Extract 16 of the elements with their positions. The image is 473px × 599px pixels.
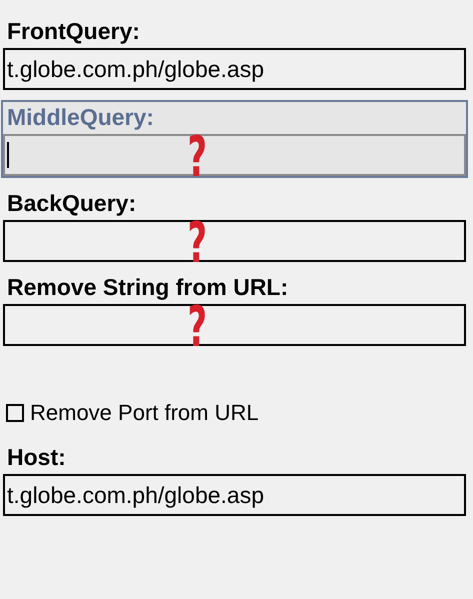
annotation-mark: ?	[188, 218, 207, 270]
text-field[interactable]	[3, 220, 466, 262]
field-label: MiddleQuery:	[6, 103, 155, 132]
checkbox[interactable]	[6, 404, 24, 422]
text-field[interactable]: t.globe.com.ph/globe.asp	[3, 474, 466, 516]
annotation-mark: ?	[188, 132, 207, 184]
checkbox-label: Remove Port from URL	[30, 400, 259, 426]
text-field[interactable]: t.globe.com.ph/globe.asp	[3, 48, 466, 90]
field-label: FrontQuery:	[6, 17, 141, 46]
field-label: Host:	[6, 443, 67, 472]
text-field[interactable]	[3, 134, 466, 176]
annotation-mark: ?	[188, 302, 207, 354]
field-label: BackQuery:	[6, 189, 138, 218]
field-label: Remove String from URL:	[6, 273, 290, 302]
text-cursor	[7, 142, 9, 168]
text-field[interactable]	[3, 304, 466, 346]
